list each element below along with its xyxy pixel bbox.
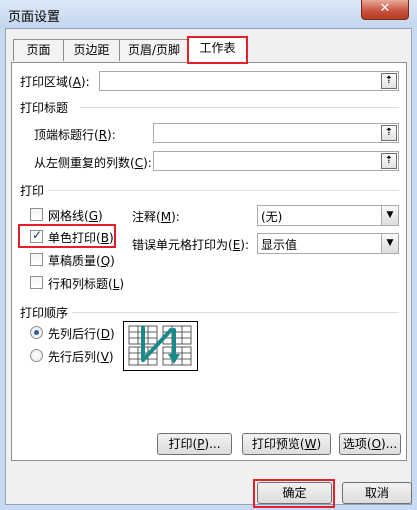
divider <box>80 107 399 108</box>
row-col-headings-checkbox[interactable] <box>30 276 43 289</box>
tab-page[interactable]: 页面 <box>13 39 64 61</box>
cancel-button[interactable]: 取消 <box>342 482 412 504</box>
print-preview-button[interactable]: 打印预览(W) <box>242 433 331 455</box>
ok-button[interactable]: 确定 <box>257 482 332 504</box>
cols-to-repeat-input[interactable]: ⇡ <box>153 151 399 171</box>
sheet-panel: 打印区域(A): ⇡ 打印标题 顶端标题行(R): ⇡ 从左侧重复的列数(C):… <box>11 62 407 461</box>
rows-to-repeat-input[interactable]: ⇡ <box>153 123 399 143</box>
collapse-dialog-icon[interactable]: ⇡ <box>381 125 397 141</box>
title-bar: 页面设置 ✕ <box>0 0 417 28</box>
print-heading: 打印 <box>20 184 45 198</box>
tab-sheet[interactable]: 工作表 <box>187 36 248 64</box>
rows-to-repeat-label: 顶端标题行(R): <box>34 128 116 142</box>
page-order-heading: 打印顺序 <box>20 306 69 320</box>
black-and-white-label: 单色打印(B) <box>48 231 114 245</box>
over-then-down-radio[interactable] <box>30 349 43 362</box>
print-button[interactable]: 打印(P)... <box>157 433 232 455</box>
gridlines-checkbox[interactable] <box>30 208 43 221</box>
divider <box>48 190 399 191</box>
collapse-dialog-icon[interactable]: ⇡ <box>381 153 397 169</box>
print-area-label: 打印区域(A): <box>20 75 90 89</box>
collapse-dialog-icon[interactable]: ⇡ <box>381 73 397 89</box>
tab-header-footer[interactable]: 页眉/页脚 <box>119 39 189 61</box>
comments-label: 注释(M): <box>132 210 180 224</box>
over-then-down-label: 先行后列(V) <box>48 350 114 364</box>
cell-errors-label: 错误单元格打印为(E): <box>132 238 250 252</box>
print-titles-heading: 打印标题 <box>20 101 69 115</box>
page-order-preview <box>123 321 198 371</box>
tab-margins[interactable]: 页边距 <box>63 39 120 61</box>
options-button[interactable]: 选项(O)... <box>339 433 401 455</box>
cols-to-repeat-label: 从左侧重复的列数(C): <box>34 156 152 170</box>
print-area-input[interactable]: ⇡ <box>99 71 399 91</box>
chevron-down-icon[interactable]: ▼ <box>381 206 398 225</box>
page-order-diagram <box>128 325 192 366</box>
black-and-white-checkbox[interactable] <box>30 228 43 243</box>
row-col-headings-label: 行和列标题(L) <box>48 277 125 291</box>
close-button[interactable]: ✕ <box>361 0 409 20</box>
down-then-over-label: 先列后行(D) <box>48 327 115 341</box>
comments-select[interactable]: (无) ▼ <box>257 205 399 226</box>
divider <box>72 312 399 313</box>
gridlines-label: 网格线(G) <box>48 209 103 223</box>
draft-quality-label: 草稿质量(Q) <box>48 254 115 268</box>
window-title: 页面设置 <box>8 10 61 25</box>
draft-quality-checkbox[interactable] <box>30 253 43 266</box>
chevron-down-icon[interactable]: ▼ <box>381 234 398 253</box>
close-icon: ✕ <box>379 1 391 16</box>
down-then-over-radio[interactable] <box>30 326 43 339</box>
dialog-body: 页面 页边距 页眉/页脚 工作表 打印区域(A): ⇡ 打印标题 顶端标题行(R… <box>5 28 412 508</box>
cell-errors-select[interactable]: 显示值 ▼ <box>257 233 399 254</box>
